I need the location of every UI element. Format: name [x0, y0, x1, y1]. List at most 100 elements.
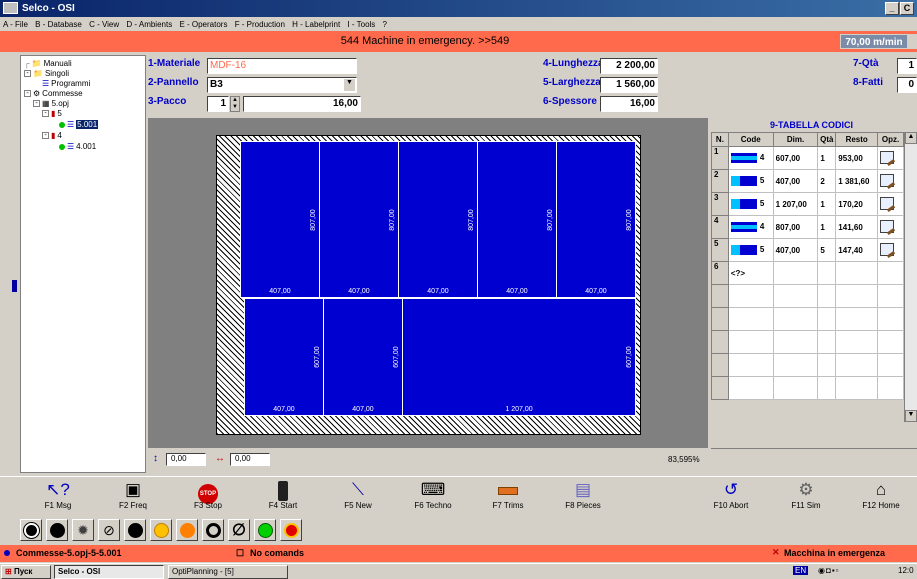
green-light-icon[interactable]	[254, 519, 276, 541]
table-row[interactable]: 2 5 407,00 2 1 381,60	[711, 169, 904, 193]
pannello-select[interactable]: B3 ▼	[207, 77, 357, 93]
table-row[interactable]	[711, 307, 904, 331]
x-offset-field[interactable]: 0,00	[230, 453, 270, 466]
tree-item-5[interactable]: - ▮ 5	[42, 109, 62, 118]
code-table-title: 9-TABELLA CODICI	[770, 120, 853, 130]
collapse-icon[interactable]: -	[42, 132, 49, 139]
edit-options-icon[interactable]	[880, 219, 895, 233]
fatti-field[interactable]: 0	[897, 77, 917, 93]
red-light-icon[interactable]	[280, 519, 302, 541]
edit-options-icon[interactable]	[880, 242, 895, 256]
code-table[interactable]: N. Code Dim. Qtà Resto Opz. 1 4 607,00 1…	[711, 132, 904, 400]
scroll-up-icon[interactable]: ▲	[905, 132, 917, 144]
piece[interactable]: 607,00 1 207,00	[402, 298, 636, 416]
collapse-icon[interactable]: -	[42, 110, 49, 117]
table-row[interactable]: 6 <?>	[711, 261, 904, 285]
f11-sim-button[interactable]: ⚙ F11 Sim	[768, 479, 844, 516]
materiale-field[interactable]: MDF-16	[207, 58, 357, 74]
no-symbol-icon[interactable]: ∅	[228, 519, 250, 541]
piece[interactable]: 607,00 407,00	[323, 298, 403, 416]
project-tree[interactable]: ┌ 📁 Manuali - 📁 Singoli ☰ Programmi - ⚙ Commess…	[20, 55, 146, 473]
splitter-handle[interactable]	[12, 280, 17, 292]
table-row[interactable]: 4 4 807,00 1 141,60	[711, 215, 904, 239]
table-row[interactable]: 1 4 607,00 1 953,00	[711, 146, 904, 170]
stepper-arrows-icon[interactable]: ▲ ▼	[230, 96, 240, 112]
tool-disabled-icon[interactable]: ⊘	[98, 519, 120, 541]
scroll-down-icon[interactable]: ▼	[905, 410, 917, 422]
panel-sheet[interactable]: 807,00 407,00 807,00 407,00 807,00 407,00 8…	[216, 135, 641, 435]
table-row[interactable]	[711, 284, 904, 308]
col-header: Dim.	[772, 132, 819, 147]
f4-start-button[interactable]: F4 Start	[245, 479, 321, 516]
camera-icon: ▣	[124, 480, 142, 499]
start-button[interactable]: ⊞ Пуск	[1, 565, 51, 579]
edit-options-icon[interactable]	[880, 173, 895, 187]
f6-techno-button[interactable]: ⌨ F6 Techno	[395, 479, 471, 516]
f10-abort-button[interactable]: ↺ F10 Abort	[693, 479, 769, 516]
piece[interactable]: 607,00 407,00	[244, 298, 324, 416]
f5-new-button[interactable]: ⟍ F5 New	[320, 479, 396, 516]
table-row[interactable]	[711, 376, 904, 400]
f1-msg-button[interactable]: ↖? F1 Msg	[20, 479, 96, 516]
menu-database[interactable]: B - Database	[35, 20, 82, 29]
minimize-button[interactable]: _	[885, 2, 899, 15]
edit-options-icon[interactable]	[880, 196, 895, 210]
menu-help[interactable]: ?	[383, 20, 387, 29]
orange-circle-icon[interactable]	[176, 519, 198, 541]
gear-icon[interactable]: ✹	[72, 519, 94, 541]
pacco-thickness-field[interactable]: 16,00	[243, 96, 361, 112]
yellow-knob-icon[interactable]	[150, 519, 172, 541]
larghezza-field[interactable]: 1 560,00	[600, 77, 658, 93]
tree-item-singoli[interactable]: - 📁 Singoli	[24, 69, 69, 78]
knob-icon[interactable]	[124, 519, 146, 541]
code-swatch-icon	[730, 199, 757, 209]
menu-view[interactable]: C - View	[89, 20, 119, 29]
ring-icon[interactable]	[202, 519, 224, 541]
y-offset-field[interactable]: 0,00	[166, 453, 206, 466]
piece[interactable]: 807,00 407,00	[319, 141, 399, 298]
language-indicator[interactable]: EN	[793, 566, 809, 575]
tree-item-manuali[interactable]: ┌ 📁 Manuali	[24, 59, 72, 68]
status-dot-icon	[59, 121, 65, 128]
table-row[interactable]: 3 5 1 207,00 1 170,20	[711, 192, 904, 216]
lunghezza-field[interactable]: 2 200,00	[600, 58, 658, 74]
tree-item-4[interactable]: - ▮ 4	[42, 131, 62, 140]
task-selco-osi[interactable]: Selco - OSI	[54, 565, 164, 579]
piece[interactable]: 807,00 407,00	[398, 141, 478, 298]
expand-icon[interactable]: -	[24, 70, 31, 77]
knob-icon[interactable]	[20, 519, 42, 541]
tree-item-4-001[interactable]: ☰ 4.001	[59, 142, 96, 151]
collapse-icon[interactable]: -	[33, 100, 40, 107]
menu-production[interactable]: F - Production	[235, 20, 285, 29]
task-optiplanning[interactable]: OptiPlanning - [5]	[168, 565, 288, 579]
f7-trims-button[interactable]: F7 Trims	[470, 479, 546, 516]
menu-tools[interactable]: I - Tools	[347, 20, 375, 29]
f8-pieces-button[interactable]: ▤ F8 Pieces	[545, 479, 621, 516]
spessore-field[interactable]: 16,00	[600, 96, 658, 112]
maximize-button[interactable]: С	[900, 2, 914, 15]
qta-field[interactable]: 1	[897, 58, 917, 74]
tree-item-commesse[interactable]: - ⚙ Commesse	[24, 89, 83, 98]
menu-operators[interactable]: E - Operators	[179, 20, 227, 29]
table-row[interactable]	[711, 353, 904, 377]
table-row[interactable]: 5 5 407,00 5 147,40	[711, 238, 904, 262]
tree-item-programmi[interactable]: ☰ Programmi	[42, 79, 90, 88]
edit-options-icon[interactable]	[880, 150, 895, 164]
chevron-down-icon[interactable]: ▼	[344, 79, 355, 91]
tree-item-file[interactable]: - ▦ 5.opj	[33, 99, 69, 108]
knob-icon[interactable]	[46, 519, 68, 541]
table-scrollbar[interactable]: ▲ ▼	[904, 132, 917, 422]
menu-labelprint[interactable]: H - Labelprint	[292, 20, 340, 29]
tree-item-5-001[interactable]: ☰ 5.001	[59, 120, 99, 129]
pacco-stepper[interactable]: 1	[207, 96, 229, 112]
piece[interactable]: 807,00 407,00	[556, 141, 636, 298]
menu-ambients[interactable]: D - Ambients	[126, 20, 172, 29]
table-row[interactable]	[711, 330, 904, 354]
menu-file[interactable]: A - File	[3, 20, 28, 29]
f2-freq-button[interactable]: ▣ F2 Freq	[95, 479, 171, 516]
f3-stop-button[interactable]: STOP F3 Stop	[170, 479, 246, 516]
f12-home-button[interactable]: ⌂ F12 Home	[843, 479, 917, 516]
collapse-icon[interactable]: -	[24, 90, 31, 97]
piece[interactable]: 807,00 407,00	[477, 141, 557, 298]
piece[interactable]: 807,00 407,00	[240, 141, 320, 298]
